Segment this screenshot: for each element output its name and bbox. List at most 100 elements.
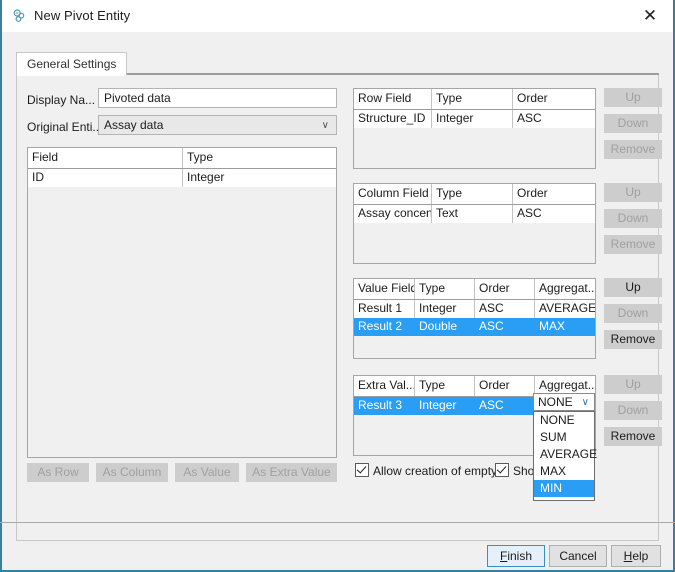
table-row[interactable]: Result 2 Double ASC MAX: [354, 318, 595, 336]
value-field-header-2: Order: [475, 279, 535, 299]
extra-value-r0-c1: Integer: [415, 397, 475, 415]
original-entity-combo[interactable]: Assay data ∨: [98, 115, 337, 135]
help-button[interactable]: Help: [611, 545, 661, 567]
value-field-empty-area: [354, 336, 595, 359]
value-field-remove-button[interactable]: Remove: [604, 330, 662, 349]
row-field-table[interactable]: Row Field Type Order Structure_ID Intege…: [353, 88, 596, 169]
value-field-up-button[interactable]: Up: [604, 278, 662, 297]
row-field-cell-2: ASC: [513, 110, 595, 128]
extra-value-r0-c2: ASC: [475, 397, 535, 415]
chevron-down-icon: ∨: [582, 394, 589, 411]
fields-header-field: Field: [28, 148, 183, 168]
table-row[interactable]: Result 1 Integer ASC AVERAGE: [354, 300, 595, 318]
fields-header-type: Type: [183, 148, 336, 168]
extra-value-header-0: Extra Val...: [354, 376, 415, 396]
value-field-header-3: Aggregat...: [535, 279, 595, 299]
value-field-r0-c2: ASC: [475, 300, 535, 318]
finish-label-rest: inish: [507, 549, 532, 563]
dropdown-option-max[interactable]: MAX: [534, 463, 594, 480]
value-field-r1-c0: Result 2: [354, 318, 415, 336]
row-field-header-2: Order: [513, 89, 595, 109]
as-column-button[interactable]: As Column: [96, 463, 168, 482]
title-bar: New Pivot Entity ✕: [2, 0, 673, 33]
fields-table-header: Field Type: [28, 148, 336, 169]
value-field-table[interactable]: Value Field Type Order Aggregat... Resul…: [353, 278, 596, 359]
row-field-cell-1: Integer: [432, 110, 513, 128]
dialog-content: General Settings Display Na... Pivoted d…: [2, 32, 673, 570]
dropdown-option-average[interactable]: AVERAGE: [534, 446, 594, 463]
help-label-rest: elp: [632, 549, 648, 563]
display-name-label: Display Na...: [27, 93, 95, 107]
dropdown-option-sum[interactable]: SUM: [534, 429, 594, 446]
extra-value-header-1: Type: [415, 376, 475, 396]
value-field-header: Value Field Type Order Aggregat...: [354, 279, 595, 300]
finish-button[interactable]: Finish: [487, 545, 545, 567]
as-row-button[interactable]: As Row: [27, 463, 89, 482]
extra-value-down-button[interactable]: Down: [604, 401, 662, 420]
row-field-empty-area: [354, 128, 595, 169]
row-field-header-1: Type: [432, 89, 513, 109]
row-field-header: Row Field Type Order: [354, 89, 595, 110]
original-entity-label: Original Enti...: [27, 120, 102, 134]
row-field-cell-0: Structure_ID: [354, 110, 432, 128]
display-name-input[interactable]: Pivoted data: [98, 88, 337, 108]
row-field-header-0: Row Field: [354, 89, 432, 109]
value-field-header-0: Value Field: [354, 279, 415, 299]
value-field-r1-c2: ASC: [475, 318, 535, 336]
column-field-cell-0: Assay concentr...: [354, 205, 432, 223]
aggregation-combo[interactable]: NONE ∨: [533, 393, 595, 411]
row-field-down-button[interactable]: Down: [604, 114, 662, 133]
row-field-remove-button[interactable]: Remove: [604, 140, 662, 159]
dropdown-option-min[interactable]: MIN: [534, 480, 594, 497]
column-field-down-button[interactable]: Down: [604, 209, 662, 228]
fields-cell-field: ID: [28, 169, 183, 187]
fields-cell-type: Integer: [183, 169, 336, 187]
table-row[interactable]: Structure_ID Integer ASC: [354, 110, 595, 128]
column-field-up-button[interactable]: Up: [604, 183, 662, 202]
chevron-down-icon: ∨: [322, 116, 329, 135]
value-field-r0-c3: AVERAGE: [535, 300, 595, 318]
value-field-header-1: Type: [415, 279, 475, 299]
column-field-header-0: Column Field: [354, 184, 432, 204]
column-field-cell-1: Text: [432, 205, 513, 223]
allow-empty-checkbox[interactable]: Allow creation of empty...: [355, 463, 506, 478]
as-extra-value-button[interactable]: As Extra Value: [246, 463, 337, 482]
value-field-down-button[interactable]: Down: [604, 304, 662, 323]
fields-table-empty-area: [28, 187, 336, 457]
value-field-r1-c3: MAX: [535, 318, 595, 336]
column-field-cell-2: ASC: [513, 205, 595, 223]
original-entity-value: Assay data: [104, 118, 163, 132]
footer-divider: [0, 522, 675, 523]
row-field-up-button[interactable]: Up: [604, 88, 662, 107]
column-field-table[interactable]: Column Field Type Order Assay concentr..…: [353, 183, 596, 264]
table-row[interactable]: ID Integer: [28, 169, 336, 187]
column-field-header-2: Order: [513, 184, 595, 204]
tab-general-settings[interactable]: General Settings: [16, 52, 127, 75]
value-field-r0-c1: Integer: [415, 300, 475, 318]
value-field-r0-c0: Result 1: [354, 300, 415, 318]
checkbox-check-icon: [495, 463, 509, 477]
window-title: New Pivot Entity: [34, 8, 130, 23]
as-value-button[interactable]: As Value: [175, 463, 239, 482]
column-field-remove-button[interactable]: Remove: [604, 235, 662, 254]
checkbox-check-icon: [355, 463, 369, 477]
aggregation-dropdown-list[interactable]: NONE SUM AVERAGE MAX MIN: [533, 411, 595, 501]
close-icon[interactable]: ✕: [637, 5, 663, 27]
column-field-header-1: Type: [432, 184, 513, 204]
column-field-empty-area: [354, 223, 595, 264]
cancel-button[interactable]: Cancel: [549, 545, 607, 567]
extra-value-remove-button[interactable]: Remove: [604, 427, 662, 446]
dropdown-option-none[interactable]: NONE: [534, 412, 594, 429]
value-field-r1-c1: Double: [415, 318, 475, 336]
table-row[interactable]: Assay concentr... Text ASC: [354, 205, 595, 223]
tabstrip: General Settings: [16, 52, 659, 76]
column-field-header: Column Field Type Order: [354, 184, 595, 205]
extra-value-up-button[interactable]: Up: [604, 375, 662, 394]
fields-table[interactable]: Field Type ID Integer: [27, 147, 337, 458]
aggregation-value: NONE: [538, 395, 573, 409]
tab-active-indicator: [17, 75, 124, 76]
allow-empty-label: Allow creation of empty...: [373, 464, 506, 478]
extra-value-header-2: Order: [475, 376, 535, 396]
molecule-icon: [12, 8, 28, 24]
extra-value-r0-c0: Result 3: [354, 397, 415, 415]
